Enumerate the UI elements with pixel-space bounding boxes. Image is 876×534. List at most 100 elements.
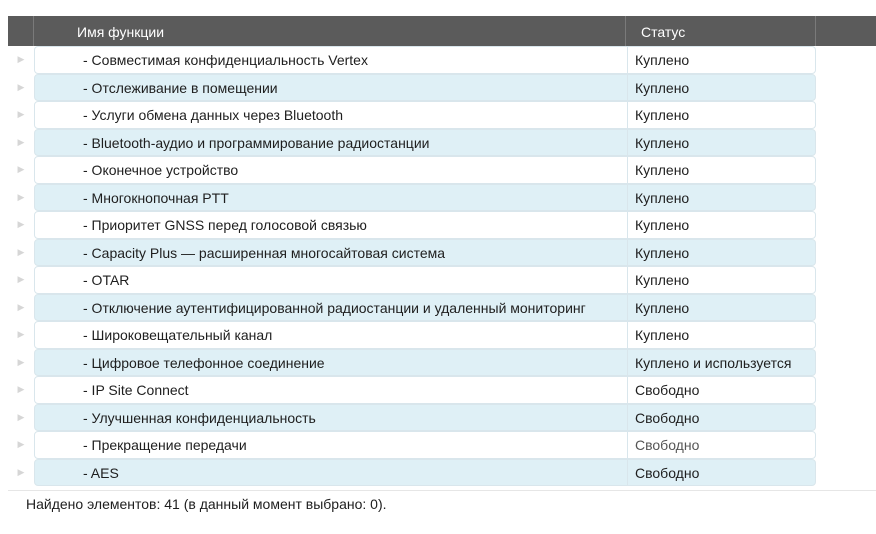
row-cells[interactable]: - Capacity Plus — расширенная многосайто…	[34, 238, 816, 266]
row-indicator-icon[interactable]: ▶	[8, 459, 34, 487]
column-divider	[627, 404, 628, 430]
row-indicator-icon[interactable]: ▶	[8, 156, 34, 184]
cell-status: Свободно	[635, 464, 700, 481]
header-filler	[816, 16, 876, 46]
cell-status: Куплено	[635, 52, 690, 68]
cell-status: Куплено	[635, 217, 690, 233]
header-row-indicator	[8, 16, 34, 46]
table-row[interactable]: ▶ - IP Site Connect Свободно	[8, 376, 876, 404]
table-row[interactable]: ▶ - Bluetooth-аудио и программирование ра…	[8, 128, 876, 157]
column-divider	[627, 322, 628, 348]
column-divider	[627, 47, 628, 73]
cell-status: Куплено	[635, 272, 690, 288]
grid-body[interactable]: ▶ - Совместимая конфиденциальность Vertex…	[8, 46, 876, 486]
cell-feature-name: - Улучшенная конфиденциальность	[83, 409, 316, 426]
cell-feature-name: - Отслеживание в помещении	[83, 79, 278, 96]
table-row[interactable]: ▶ - Услуги обмена данных через Bluetooth К…	[8, 101, 876, 129]
cell-status: Куплено	[635, 189, 690, 206]
column-divider	[627, 212, 628, 238]
row-cells[interactable]: - Услуги обмена данных через Bluetooth Ку…	[34, 101, 816, 129]
cell-status: Куплено	[635, 299, 690, 316]
row-indicator-icon[interactable]: ▶	[8, 431, 34, 459]
row-indicator-icon[interactable]: ▶	[8, 294, 34, 322]
items-count-status: Найдено элементов: 41 (в данный момент в…	[26, 496, 387, 512]
cell-feature-name: - Широковещательный канал	[83, 327, 273, 343]
row-indicator-icon[interactable]: ▶	[8, 211, 34, 239]
row-cells[interactable]: - Прекращение передачи Свободно	[34, 431, 816, 459]
cell-feature-name: - Приоритет GNSS перед голосовой связью	[83, 217, 367, 233]
row-indicator-icon[interactable]: ▶	[8, 266, 34, 294]
row-cells[interactable]: - Цифровое телефонное соединение Куплено …	[34, 348, 816, 376]
cell-status: Куплено	[635, 244, 690, 261]
row-indicator-icon[interactable]: ▶	[8, 46, 34, 74]
row-cells[interactable]: - IP Site Connect Свободно	[34, 376, 816, 404]
column-divider	[627, 102, 628, 128]
column-divider	[627, 157, 628, 183]
row-cells[interactable]: - Оконечное устройство Куплено	[34, 156, 816, 184]
row-indicator-icon[interactable]: ▶	[8, 184, 34, 212]
table-row[interactable]: ▶ - OTAR Куплено	[8, 266, 876, 294]
cell-status: Куплено	[635, 107, 690, 123]
row-indicator-icon[interactable]: ▶	[8, 376, 34, 404]
cell-status: Куплено	[635, 79, 690, 96]
row-indicator-icon[interactable]: ▶	[8, 349, 34, 377]
row-cells[interactable]: - Широковещательный канал Куплено	[34, 321, 816, 349]
cell-feature-name: - Прекращение передачи	[83, 437, 247, 453]
column-divider	[627, 239, 628, 265]
column-divider	[627, 74, 628, 100]
grid-header: Имя функции Статус	[8, 16, 876, 46]
column-divider	[627, 377, 628, 403]
cell-feature-name: - Услуги обмена данных через Bluetooth	[83, 107, 343, 123]
row-cells[interactable]: - Отслеживание в помещении Куплено	[34, 73, 816, 101]
table-row[interactable]: ▶ - Отслеживание в помещении Куплено	[8, 73, 876, 102]
cell-status: Куплено и используется	[635, 354, 792, 371]
table-row[interactable]: ▶ - Прекращение передачи Свободно	[8, 431, 876, 459]
cell-status: Свободно	[635, 409, 700, 426]
table-row[interactable]: ▶ - Приоритет GNSS перед голосовой связью…	[8, 211, 876, 239]
row-cells[interactable]: - OTAR Куплено	[34, 266, 816, 294]
cell-feature-name: - Capacity Plus — расширенная многосайто…	[83, 244, 446, 261]
row-indicator-icon[interactable]: ▶	[8, 239, 34, 267]
cell-feature-name: - Совместимая конфиденциальность Vertex	[83, 52, 368, 68]
row-cells[interactable]: - Bluetooth-аудио и программирование рад…	[34, 128, 816, 156]
column-header-name[interactable]: Имя функции	[34, 16, 626, 46]
cell-status: Куплено	[635, 162, 690, 178]
row-indicator-icon[interactable]: ▶	[8, 404, 34, 432]
feature-list-view: Имя функции Статус ▶ - Совместимая конфид…	[0, 0, 876, 534]
table-row[interactable]: ▶ - Цифровое телефонное соединение Куплено…	[8, 348, 876, 377]
cell-feature-name: - Многокнопочная PTT	[83, 189, 229, 206]
column-divider	[627, 432, 628, 458]
cell-feature-name: - Цифровое телефонное соединение	[83, 354, 325, 371]
column-divider	[627, 294, 628, 320]
cell-feature-name: - Оконечное устройство	[83, 162, 239, 178]
row-indicator-icon[interactable]: ▶	[8, 101, 34, 129]
table-row[interactable]: ▶ - Многокнопочная PTT Куплено	[8, 183, 876, 212]
row-cells[interactable]: - AES Свободно	[34, 458, 816, 486]
table-row[interactable]: ▶ - Улучшенная конфиденциальность Свободно	[8, 403, 876, 432]
table-row[interactable]: ▶ - Оконечное устройство Куплено	[8, 156, 876, 184]
column-divider	[627, 349, 628, 375]
column-divider	[627, 267, 628, 293]
cell-status: Куплено	[635, 327, 690, 343]
table-row[interactable]: ▶ - Широковещательный канал Куплено	[8, 321, 876, 349]
cell-feature-name: - Отключение аутентифицированной радиост…	[83, 299, 586, 316]
cell-status: Куплено	[635, 134, 690, 151]
row-indicator-icon[interactable]: ▶	[8, 321, 34, 349]
row-indicator-icon[interactable]: ▶	[8, 74, 34, 102]
column-divider	[627, 129, 628, 155]
table-row[interactable]: ▶ - AES Свободно	[8, 458, 876, 487]
cell-feature-name: - IP Site Connect	[83, 382, 189, 398]
table-row[interactable]: ▶ - Capacity Plus — расширенная многосайт…	[8, 238, 876, 267]
features-grid: Имя функции Статус ▶ - Совместимая конфид…	[8, 16, 876, 491]
row-cells[interactable]: - Приоритет GNSS перед голосовой связью К…	[34, 211, 816, 239]
table-row[interactable]: ▶ - Совместимая конфиденциальность Vertex…	[8, 46, 876, 74]
cell-feature-name: - AES	[83, 464, 119, 481]
row-indicator-icon[interactable]: ▶	[8, 129, 34, 157]
column-divider	[627, 459, 628, 485]
column-header-status[interactable]: Статус	[626, 16, 816, 46]
row-cells[interactable]: - Улучшенная конфиденциальность Свободно	[34, 403, 816, 431]
row-cells[interactable]: - Совместимая конфиденциальность Vertex К…	[34, 46, 816, 74]
table-row[interactable]: ▶ - Отключение аутентифицированной радиос…	[8, 293, 876, 322]
row-cells[interactable]: - Многокнопочная PTT Куплено	[34, 183, 816, 211]
row-cells[interactable]: - Отключение аутентифицированной радиост…	[34, 293, 816, 321]
